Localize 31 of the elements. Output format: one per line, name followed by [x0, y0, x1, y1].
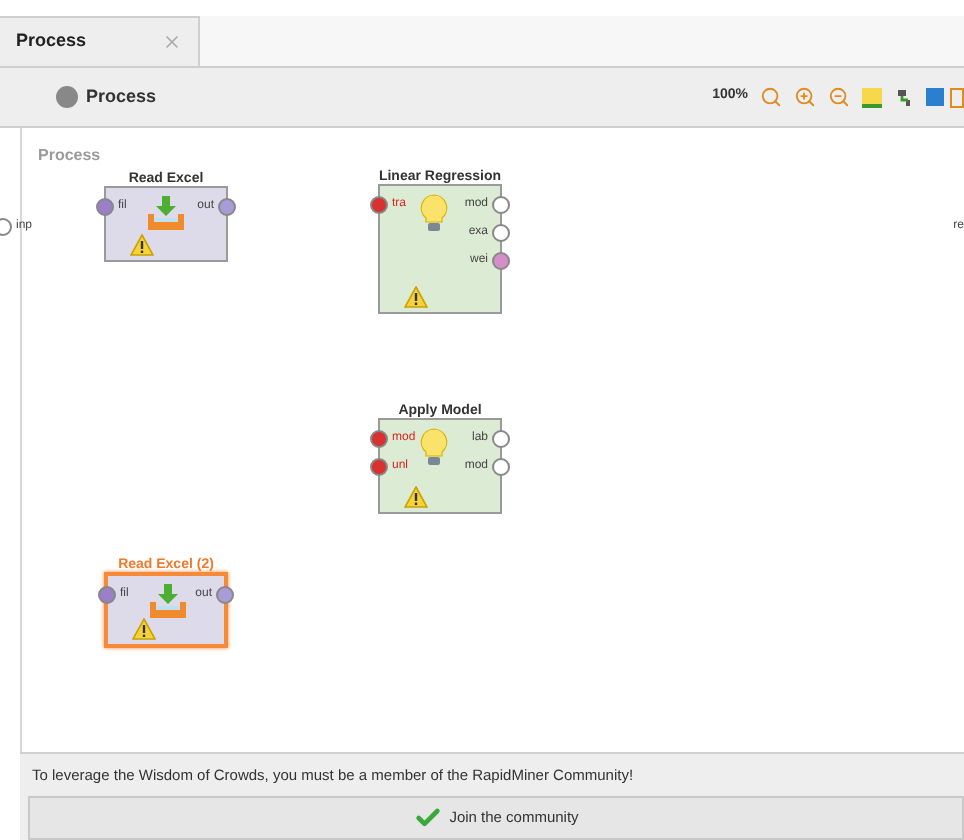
port-connector[interactable] [492, 195, 510, 213]
port-connector[interactable] [218, 197, 236, 215]
add-note-icon[interactable] [862, 87, 882, 107]
import-tray-icon [146, 196, 186, 232]
zoom-reset-icon[interactable] [760, 86, 782, 108]
port-connector[interactable] [98, 585, 116, 603]
port-connector[interactable] [370, 429, 388, 447]
warning-icon [404, 486, 428, 508]
port-connector[interactable] [492, 429, 510, 447]
plug-icon[interactable] [894, 87, 914, 107]
import-tray-icon [148, 584, 188, 620]
warning-icon [132, 618, 156, 640]
port-connector[interactable] [492, 457, 510, 475]
lightbulb-icon [420, 194, 448, 234]
process-icon [56, 86, 78, 108]
close-icon[interactable] [162, 32, 182, 52]
port-connector[interactable] [216, 585, 234, 603]
checkmark-icon [413, 804, 442, 832]
zoom-in-icon[interactable] [794, 86, 816, 108]
port-connector[interactable] [370, 457, 388, 475]
port-connector[interactable] [96, 197, 114, 215]
port-connector[interactable] [492, 251, 510, 269]
port-connector[interactable] [370, 195, 388, 213]
zoom-out-icon[interactable] [828, 86, 850, 108]
canvas-title: Process [38, 144, 101, 168]
lightbulb-icon [420, 428, 448, 468]
breadcrumb[interactable]: Process [86, 83, 157, 111]
process-tab[interactable]: Process [0, 16, 200, 66]
warning-icon [130, 234, 154, 256]
warning-icon [404, 286, 428, 308]
port-connector[interactable] [492, 223, 510, 241]
